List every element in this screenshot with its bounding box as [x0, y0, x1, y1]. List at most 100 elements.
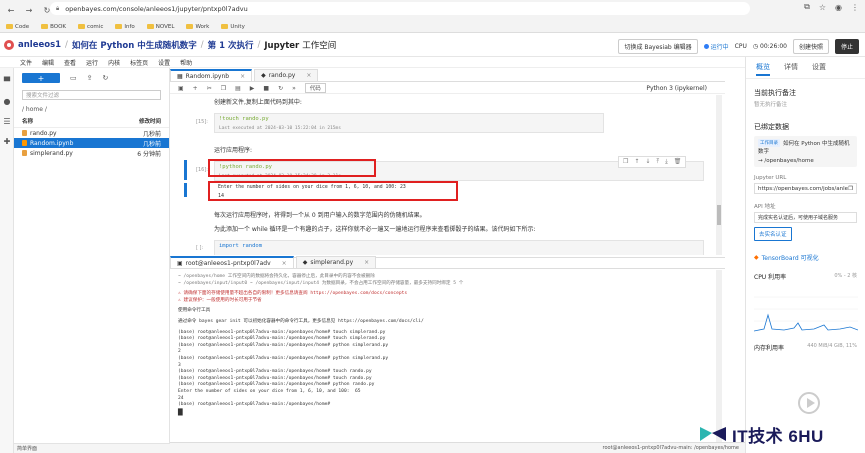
file-row[interactable]: Random.ipynb 几秒前: [14, 138, 169, 148]
upload-icon[interactable]: ⇪: [87, 74, 93, 82]
insert-above-icon[interactable]: ⤒: [656, 158, 659, 166]
restart-icon[interactable]: ↻: [278, 85, 283, 92]
bookmark-item[interactable]: Code: [6, 24, 29, 30]
file-path[interactable]: / home /: [14, 104, 169, 115]
duplicate-icon[interactable]: ❐: [623, 158, 628, 166]
jupyter-url-field[interactable]: https://openbayes.com/jobs/anleeo ❐: [754, 183, 857, 194]
cut-icon[interactable]: ✂: [207, 85, 212, 92]
breadcrumb: anleeos1 / 如何在 Python 中生成随机数字 / 第 1 次执行 …: [18, 39, 336, 51]
close-icon[interactable]: ×: [364, 259, 369, 266]
file-name: rando.py: [30, 129, 57, 137]
bound-data-card[interactable]: 工作目录 如何在 Python 中生成随机数字 → /openbayes/home: [754, 136, 857, 167]
watermark-text: IT技术 6HU: [732, 426, 824, 446]
insert-below-icon[interactable]: ⤓: [665, 158, 668, 166]
create-snapshot-button[interactable]: 创建快照: [792, 39, 829, 54]
stop-kernel-icon[interactable]: ■: [263, 85, 269, 92]
bookmark-item[interactable]: Info: [115, 24, 135, 30]
status-dot-icon: [703, 44, 709, 49]
tensorboard-link[interactable]: ◆ TensorBoard 可视化: [754, 253, 857, 262]
bookmark-item[interactable]: comic: [78, 24, 103, 30]
paste-icon[interactable]: ▤: [235, 85, 241, 92]
active-cell-indicator: [184, 160, 187, 180]
menu-item[interactable]: 编辑: [42, 58, 54, 67]
file-modified: 几秒前: [142, 130, 161, 138]
file-filter-input[interactable]: 搜索文件过滤: [22, 90, 161, 100]
forward-icon[interactable]: →: [22, 4, 36, 18]
python-file-icon: ◆: [302, 259, 308, 266]
move-up-icon[interactable]: ↑: [634, 158, 639, 166]
terminal-tab[interactable]: ◆ simplerand.py ×: [295, 256, 377, 268]
file-row[interactable]: simplerand.py 6 分钟前: [14, 148, 169, 158]
folder-icon: [6, 24, 13, 29]
stop-button[interactable]: 停止: [834, 39, 859, 54]
menu-item[interactable]: 文件: [20, 58, 32, 67]
verify-button[interactable]: 去实名认证: [754, 227, 792, 241]
delete-icon[interactable]: 🗑︎: [674, 158, 682, 166]
refresh-icon[interactable]: ↻: [103, 74, 109, 82]
file-row[interactable]: rando.py 几秒前: [14, 128, 169, 138]
highlight-box-command: [208, 159, 376, 177]
simple-mode-toggle[interactable]: 简单界面: [14, 443, 170, 453]
file-name-cell: Random.ipynb: [22, 140, 73, 147]
api-value: 完成实名认证后，可使用子域名服务: [758, 215, 839, 221]
header-actions: 切换成 Bayesiab 编辑器 运行中 CPU ◷ 00:26:00 创建快照…: [618, 39, 859, 54]
switch-editor-button[interactable]: 切换成 Bayesiab 编辑器: [618, 39, 698, 54]
bookmark-item[interactable]: Unity: [221, 24, 245, 30]
notebook-scroll-thumb[interactable]: [717, 205, 721, 225]
bookmark-item[interactable]: NOVEL: [146, 24, 174, 30]
menu-item[interactable]: 设置: [158, 58, 170, 67]
col-modified[interactable]: 修改时间: [139, 117, 161, 125]
menu-item[interactable]: 查看: [64, 58, 76, 67]
menu-item[interactable]: 运行: [86, 58, 98, 67]
video-play-icon[interactable]: [798, 392, 820, 414]
col-name[interactable]: 名称: [22, 117, 33, 125]
right-tab[interactable]: 概览: [756, 62, 770, 76]
close-icon[interactable]: ×: [306, 72, 311, 79]
menu-item[interactable]: 帮助: [180, 58, 192, 67]
terminal-line: 2: [178, 349, 181, 355]
kernel-name[interactable]: Python 3 (ipykernel): [646, 85, 707, 92]
mem-usage-title: 内存利用率: [754, 345, 785, 352]
extensions-icon[interactable]: ✚: [0, 134, 14, 148]
editor-tab[interactable]: ◆ rando.py ×: [254, 69, 319, 81]
bookmark-item[interactable]: Work: [186, 24, 209, 30]
run-icon[interactable]: ▶: [250, 85, 255, 92]
bookmark-item[interactable]: BOOK: [41, 24, 66, 30]
right-tab[interactable]: 设置: [812, 62, 826, 76]
terminal-tab[interactable]: ▣ root@anleeos1-pntxp0l7adv ×: [170, 256, 294, 268]
terminal-output[interactable]: ~ /openbayes/home 工作空间内的数据将会持久化，容器停止后，此目…: [170, 270, 718, 442]
breadcrumb-project[interactable]: 如何在 Python 中生成随机数字: [72, 39, 197, 51]
menu-icon[interactable]: ⋮: [851, 3, 859, 12]
restart-run-icon[interactable]: »: [292, 85, 296, 92]
folder-icon[interactable]: ▀: [0, 74, 14, 88]
menu-item[interactable]: 标签页: [130, 58, 148, 67]
notebook-scrollbar[interactable]: [716, 95, 722, 255]
menu-item[interactable]: 内核: [108, 58, 120, 67]
openbayes-logo-icon: [4, 39, 14, 50]
commands-icon[interactable]: ☰: [0, 114, 14, 128]
terminal-scrollbar[interactable]: [716, 270, 722, 442]
extensions-icon[interactable]: ⧉: [804, 2, 810, 12]
copy-icon[interactable]: ❐: [221, 85, 226, 92]
new-launcher-button[interactable]: +: [22, 73, 60, 83]
editor-tab[interactable]: ▦ Random.ipynb ×: [170, 69, 253, 81]
breadcrumb-run[interactable]: 第 1 次执行: [208, 39, 254, 51]
watermark: IT技术 6HU: [698, 418, 863, 450]
cell-type-select[interactable]: 代码: [304, 83, 326, 93]
code-cell-3[interactable]: import random: [214, 240, 704, 255]
address-bar[interactable]: 🔒︎ openbayes.com/console/anleeos1/jupyte…: [50, 2, 750, 15]
star-icon[interactable]: ☆: [819, 3, 826, 12]
move-down-icon[interactable]: ↓: [645, 158, 650, 166]
copy-url-icon[interactable]: ❐: [848, 186, 853, 192]
right-tab[interactable]: 详情: [784, 62, 798, 76]
breadcrumb-user[interactable]: anleeos1: [18, 40, 61, 50]
close-icon[interactable]: ×: [282, 260, 287, 267]
new-folder-icon[interactable]: ▭: [70, 74, 77, 82]
add-cell-icon[interactable]: +: [193, 85, 198, 92]
profile-icon[interactable]: ◉: [835, 3, 842, 12]
close-icon[interactable]: ×: [240, 73, 245, 80]
running-icon[interactable]: ●: [0, 94, 14, 108]
back-icon[interactable]: ←: [4, 4, 18, 18]
save-icon[interactable]: ▣: [178, 85, 184, 92]
code-cell-1[interactable]: !touch rando.py Last executed at 2024-03…: [214, 113, 604, 133]
